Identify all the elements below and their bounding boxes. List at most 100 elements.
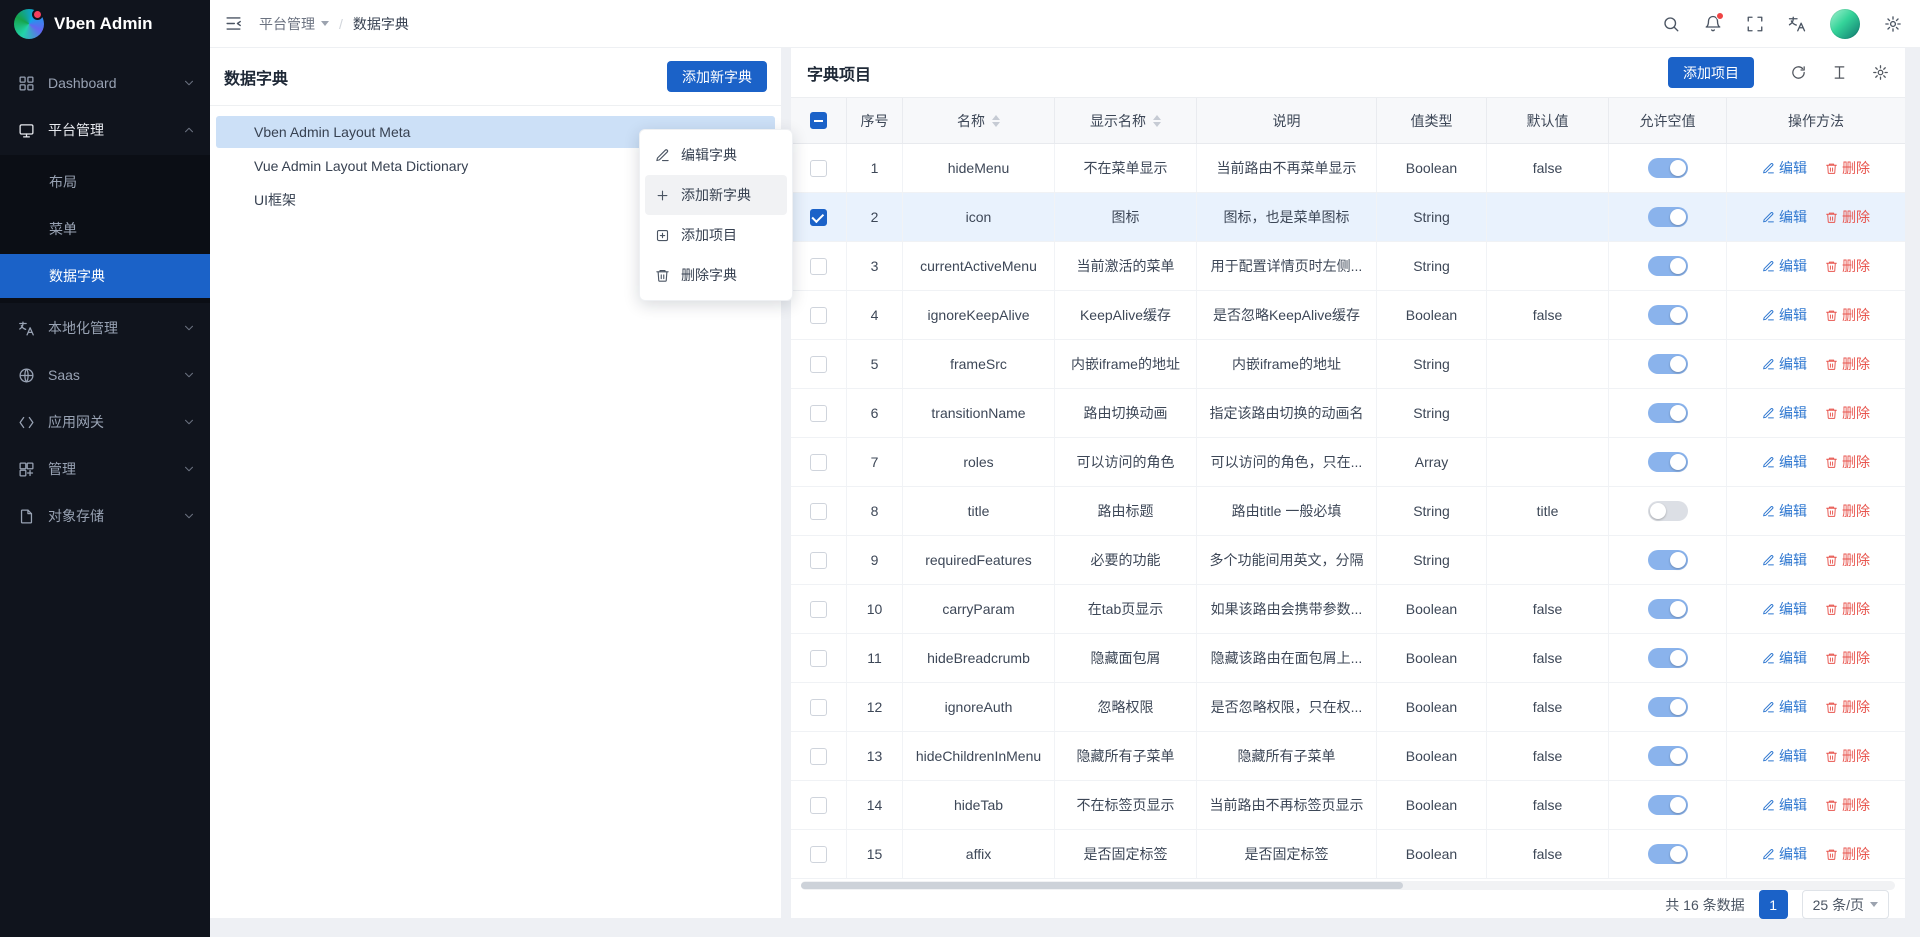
edit-button[interactable]: 编辑 [1762, 697, 1807, 717]
nullable-toggle[interactable] [1609, 585, 1727, 633]
nullable-toggle[interactable] [1609, 242, 1727, 290]
delete-button[interactable]: 删除 [1825, 795, 1870, 815]
row-checkbox[interactable] [791, 340, 847, 388]
toggle-switch[interactable] [1648, 403, 1688, 423]
column-header-display[interactable]: 显示名称 [1055, 98, 1197, 143]
context-menu-item[interactable]: 编辑字典 [645, 135, 787, 175]
row-checkbox[interactable] [791, 536, 847, 584]
horizontal-scrollbar[interactable] [801, 881, 1895, 890]
fullscreen-icon[interactable] [1746, 15, 1764, 33]
edit-button[interactable]: 编辑 [1762, 158, 1807, 178]
delete-button[interactable]: 删除 [1825, 305, 1870, 325]
nullable-toggle[interactable] [1609, 830, 1727, 878]
nullable-toggle[interactable] [1609, 487, 1727, 535]
toggle-switch[interactable] [1648, 697, 1688, 717]
add-dictionary-button[interactable]: 添加新字典 [667, 61, 767, 92]
toggle-switch[interactable] [1648, 844, 1688, 864]
context-menu-item[interactable]: 添加项目 [645, 215, 787, 255]
sidebar-item[interactable]: 本地化管理 [0, 306, 210, 350]
nullable-toggle[interactable] [1609, 536, 1727, 584]
delete-button[interactable]: 删除 [1825, 550, 1870, 570]
delete-button[interactable]: 删除 [1825, 452, 1870, 472]
table-row[interactable]: 8title路由标题路由title 一般必填Stringtitle 编辑 删除 [791, 487, 1905, 536]
toggle-switch[interactable] [1648, 158, 1688, 178]
row-checkbox[interactable] [791, 487, 847, 535]
toggle-switch[interactable] [1648, 648, 1688, 668]
toggle-switch[interactable] [1648, 599, 1688, 619]
row-checkbox[interactable] [791, 683, 847, 731]
user-avatar[interactable] [1830, 9, 1860, 39]
toggle-switch[interactable] [1648, 795, 1688, 815]
settings-gear-icon[interactable] [1884, 15, 1902, 33]
sidebar-subitem[interactable]: 菜单 [0, 207, 210, 251]
toggle-switch[interactable] [1648, 207, 1688, 227]
table-row[interactable]: 9requiredFeatures必要的功能多个功能间用英文，分隔String … [791, 536, 1905, 585]
edit-button[interactable]: 编辑 [1762, 550, 1807, 570]
page-1-button[interactable]: 1 [1759, 890, 1788, 919]
sidebar-subitem[interactable]: 数据字典 [0, 254, 210, 298]
delete-button[interactable]: 删除 [1825, 256, 1870, 276]
nullable-toggle[interactable] [1609, 438, 1727, 486]
sort-icon[interactable] [992, 115, 1000, 127]
sidebar-item[interactable]: 应用网关 [0, 400, 210, 444]
nullable-toggle[interactable] [1609, 340, 1727, 388]
nullable-toggle[interactable] [1609, 732, 1727, 780]
row-checkbox[interactable] [791, 781, 847, 829]
table-row[interactable]: 10carryParam在tab页显示如果该路由会携带参数...Booleanf… [791, 585, 1905, 634]
row-checkbox[interactable] [791, 144, 847, 192]
nullable-toggle[interactable] [1609, 683, 1727, 731]
page-size-select[interactable]: 25 条/页 [1802, 890, 1889, 919]
edit-button[interactable]: 编辑 [1762, 256, 1807, 276]
delete-button[interactable]: 删除 [1825, 207, 1870, 227]
table-row[interactable]: 15affix是否固定标签是否固定标签Booleanfalse 编辑 删除 [791, 830, 1905, 879]
toggle-switch[interactable] [1648, 501, 1688, 521]
row-checkbox[interactable] [791, 389, 847, 437]
table-row[interactable]: 2icon图标图标，也是菜单图标String 编辑 删除 [791, 193, 1905, 242]
delete-button[interactable]: 删除 [1825, 746, 1870, 766]
column-header-name[interactable]: 名称 [903, 98, 1055, 143]
context-menu-item[interactable]: 添加新字典 [645, 175, 787, 215]
row-checkbox[interactable] [791, 242, 847, 290]
sidebar-item[interactable]: 平台管理 [0, 108, 210, 152]
delete-button[interactable]: 删除 [1825, 501, 1870, 521]
toggle-switch[interactable] [1648, 354, 1688, 374]
delete-button[interactable]: 删除 [1825, 403, 1870, 423]
toggle-switch[interactable] [1648, 746, 1688, 766]
table-row[interactable]: 12ignoreAuth忽略权限是否忽略权限，只在权...Booleanfals… [791, 683, 1905, 732]
logo[interactable]: Vben Admin [0, 0, 210, 48]
translate-icon[interactable] [1788, 15, 1806, 33]
delete-button[interactable]: 删除 [1825, 697, 1870, 717]
row-checkbox[interactable] [791, 830, 847, 878]
edit-button[interactable]: 编辑 [1762, 599, 1807, 619]
table-row[interactable]: 4ignoreKeepAliveKeepAlive缓存是否忽略KeepAlive… [791, 291, 1905, 340]
row-checkbox[interactable] [791, 585, 847, 633]
table-row[interactable]: 7roles可以访问的角色可以访问的角色，只在...Array 编辑 删除 [791, 438, 1905, 487]
row-height-icon[interactable] [1831, 64, 1848, 81]
table-row[interactable]: 6transitionName路由切换动画指定该路由切换的动画名String 编… [791, 389, 1905, 438]
nullable-toggle[interactable] [1609, 781, 1727, 829]
toggle-switch[interactable] [1648, 305, 1688, 325]
table-row[interactable]: 3currentActiveMenu当前激活的菜单用于配置详情页时左侧...St… [791, 242, 1905, 291]
notification-bell-icon[interactable] [1704, 15, 1722, 33]
edit-button[interactable]: 编辑 [1762, 403, 1807, 423]
breadcrumb-item-dictionary[interactable]: 数据字典 [353, 14, 409, 34]
sidebar-subitem[interactable]: 布局 [0, 160, 210, 204]
table-row[interactable]: 11hideBreadcrumb隐藏面包屑隐藏该路由在面包屑上...Boolea… [791, 634, 1905, 683]
add-item-button[interactable]: 添加项目 [1668, 57, 1754, 88]
sort-icon[interactable] [1153, 115, 1161, 127]
table-row[interactable]: 14hideTab不在标签页显示当前路由不再标签页显示Booleanfalse … [791, 781, 1905, 830]
row-checkbox[interactable] [791, 634, 847, 682]
delete-button[interactable]: 删除 [1825, 599, 1870, 619]
row-checkbox[interactable] [791, 438, 847, 486]
table-row[interactable]: 1hideMenu不在菜单显示当前路由不再菜单显示Booleanfalse 编辑… [791, 144, 1905, 193]
delete-button[interactable]: 删除 [1825, 354, 1870, 374]
column-settings-gear-icon[interactable] [1872, 64, 1889, 81]
toggle-switch[interactable] [1648, 452, 1688, 472]
row-checkbox[interactable] [791, 291, 847, 339]
sidebar-item[interactable]: Dashboard [0, 61, 210, 105]
edit-button[interactable]: 编辑 [1762, 354, 1807, 374]
edit-button[interactable]: 编辑 [1762, 746, 1807, 766]
toggle-switch[interactable] [1648, 550, 1688, 570]
nullable-toggle[interactable] [1609, 193, 1727, 241]
select-all-checkbox[interactable] [791, 98, 847, 143]
